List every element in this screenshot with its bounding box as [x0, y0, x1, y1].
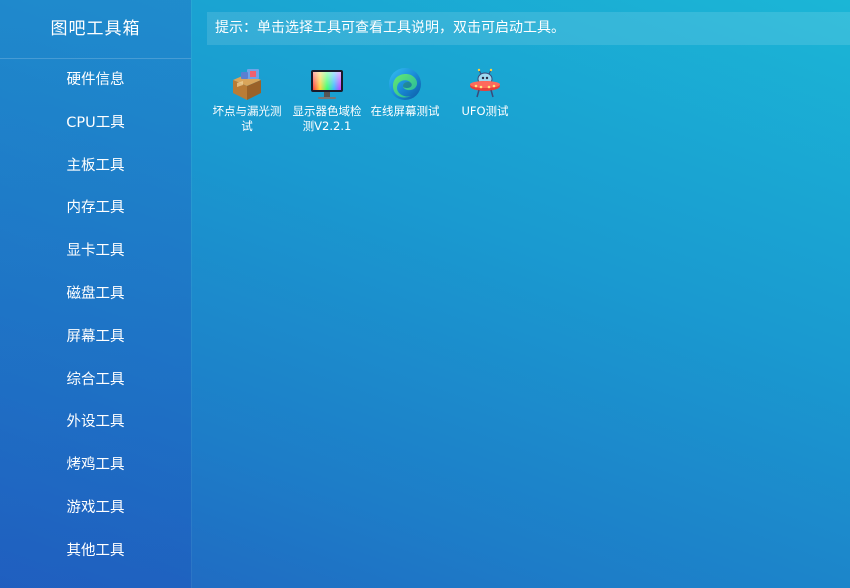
- sidebar-item-other-tools[interactable]: 其他工具: [0, 530, 191, 573]
- tool-label: 坏点与漏光测试: [212, 104, 282, 133]
- tip-bar: 提示：单击选择工具可查看工具说明，双击可启动工具。: [207, 12, 850, 45]
- tool-label: UFO测试: [461, 104, 509, 118]
- sidebar-item-cpu-tools[interactable]: CPU工具: [0, 102, 191, 145]
- sidebar-item-general-tools[interactable]: 综合工具: [0, 359, 191, 402]
- sidebar-item-peripheral-tools[interactable]: 外设工具: [0, 401, 191, 444]
- sidebar-item-gpu-tools[interactable]: 显卡工具: [0, 230, 191, 273]
- app-title: 图吧工具箱: [0, 0, 191, 59]
- sidebar-item-disk-tools[interactable]: 磁盘工具: [0, 273, 191, 316]
- sidebar-item-motherboard-tools[interactable]: 主板工具: [0, 145, 191, 188]
- sidebar-item-stress-tools[interactable]: 烤鸡工具: [0, 444, 191, 487]
- tool-online-screen-test[interactable]: 在线屏幕测试: [365, 62, 445, 119]
- sidebar: 图吧工具箱 硬件信息 CPU工具 主板工具 内存工具 显卡工具 磁盘工具 屏幕工…: [0, 0, 191, 588]
- ufo-icon: [467, 66, 503, 102]
- tool-color-gamut-test[interactable]: 显示器色域检测V2.2.1: [287, 62, 367, 134]
- tool-label: 显示器色域检测V2.2.1: [292, 104, 362, 133]
- tool-label: 在线屏幕测试: [370, 104, 440, 118]
- tool-dead-pixel-test[interactable]: 坏点与漏光测试: [207, 62, 287, 134]
- category-nav: 硬件信息 CPU工具 主板工具 内存工具 显卡工具 磁盘工具 屏幕工具 综合工具…: [0, 59, 191, 573]
- color-monitor-icon: [309, 66, 345, 102]
- sidebar-item-game-tools[interactable]: 游戏工具: [0, 487, 191, 530]
- sidebar-item-memory-tools[interactable]: 内存工具: [0, 187, 191, 230]
- sidebar-item-screen-tools[interactable]: 屏幕工具: [0, 316, 191, 359]
- tool-ufo-test[interactable]: UFO测试: [445, 62, 525, 119]
- edge-browser-icon: [387, 66, 423, 102]
- package-box-icon: [229, 66, 265, 102]
- sidebar-item-hardware-info[interactable]: 硬件信息: [0, 59, 191, 102]
